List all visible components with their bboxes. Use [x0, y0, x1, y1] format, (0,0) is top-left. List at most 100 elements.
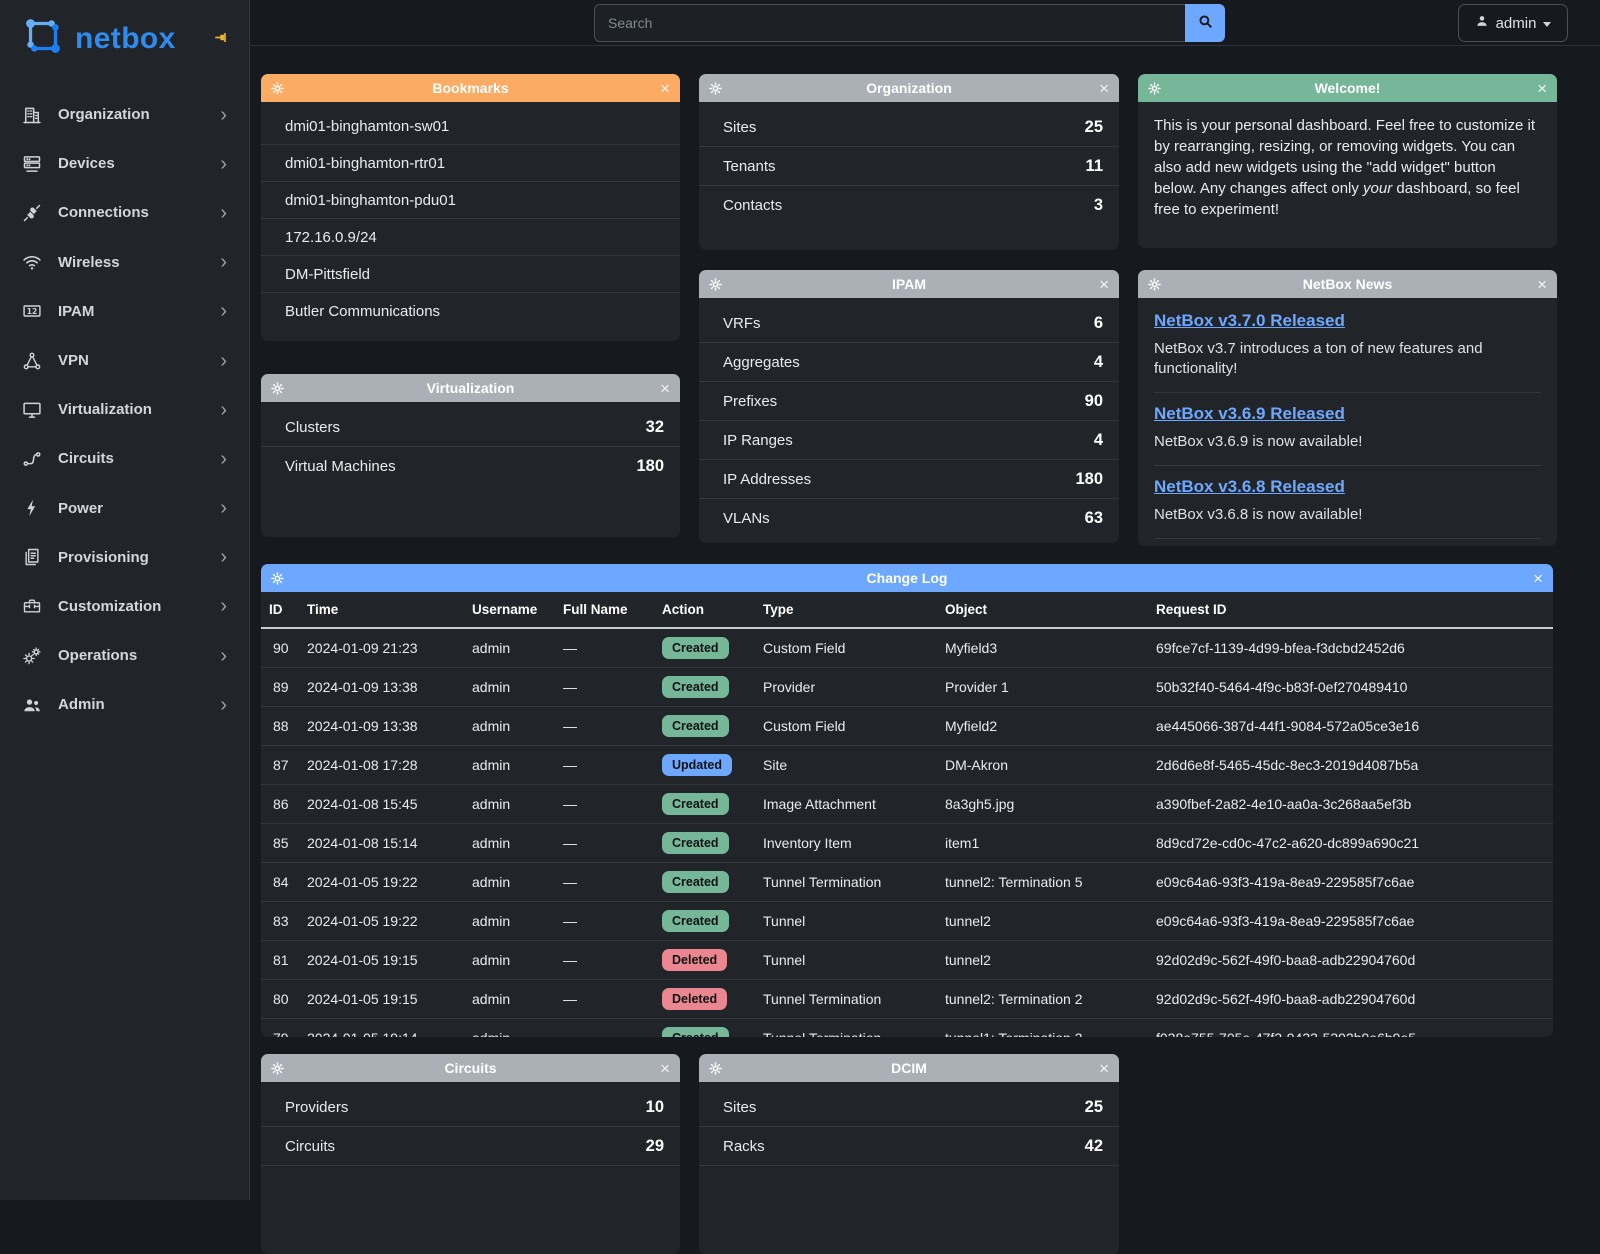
- change-id[interactable]: 86: [261, 785, 299, 824]
- gear-icon[interactable]: [271, 381, 287, 395]
- stat-label[interactable]: Circuits: [285, 1138, 335, 1155]
- close-icon[interactable]: ×: [1093, 80, 1109, 97]
- change-object[interactable]: DM-Akron: [937, 746, 1148, 785]
- change-request-id[interactable]: e09c64a6-93f3-419a-8ea9-229585f7c6ae: [1148, 863, 1553, 902]
- change-id[interactable]: 89: [261, 668, 299, 707]
- bookmark-item[interactable]: dmi01-binghamton-sw01: [261, 108, 680, 145]
- change-request-id[interactable]: 8d9cd72e-cd0c-47c2-a620-dc899a690c21: [1148, 824, 1553, 863]
- gear-icon[interactable]: [271, 571, 287, 585]
- change-object[interactable]: Provider 1: [937, 668, 1148, 707]
- stat-value[interactable]: 29: [646, 1137, 664, 1156]
- change-request-id[interactable]: 92d02d9c-562f-49f0-baa8-adb22904760d: [1148, 980, 1553, 1019]
- stat-label[interactable]: Providers: [285, 1099, 348, 1116]
- sidebar-item[interactable]: Provisioning ›: [0, 533, 249, 582]
- gear-icon[interactable]: [709, 1061, 725, 1075]
- gear-icon[interactable]: [271, 81, 287, 95]
- change-time[interactable]: 2024-01-05 19:14: [299, 1019, 464, 1038]
- change-request-id[interactable]: f038e755-705e-47f3-9433-5392b9e6b9e5: [1148, 1019, 1553, 1038]
- change-object[interactable]: tunnel2: [937, 902, 1148, 941]
- gear-icon[interactable]: [1148, 277, 1164, 291]
- sidebar-item[interactable]: Circuits ›: [0, 434, 249, 483]
- change-id[interactable]: 80: [261, 980, 299, 1019]
- stat-value[interactable]: 4: [1094, 431, 1103, 450]
- change-id[interactable]: 83: [261, 902, 299, 941]
- sidebar-item[interactable]: 12 IPAM ›: [0, 287, 249, 336]
- change-time[interactable]: 2024-01-05 19:15: [299, 941, 464, 980]
- change-request-id[interactable]: e09c64a6-93f3-419a-8ea9-229585f7c6ae: [1148, 902, 1553, 941]
- stat-label[interactable]: Sites: [723, 1099, 756, 1116]
- stat-label[interactable]: VRFs: [723, 315, 761, 332]
- stat-value[interactable]: 180: [636, 457, 664, 476]
- news-link[interactable]: NetBox v3.6.8 Released: [1154, 477, 1345, 496]
- change-time[interactable]: 2024-01-09 13:38: [299, 707, 464, 746]
- change-object[interactable]: 8a3gh5.jpg: [937, 785, 1148, 824]
- change-request-id[interactable]: 2d6d6e8f-5465-45dc-8ec3-2019d4087b5a: [1148, 746, 1553, 785]
- bookmark-item[interactable]: dmi01-binghamton-pdu01: [261, 182, 680, 219]
- user-menu-button[interactable]: admin: [1458, 4, 1568, 42]
- change-object[interactable]: tunnel2: Termination 5: [937, 863, 1148, 902]
- stat-label[interactable]: Aggregates: [723, 354, 800, 371]
- stat-label[interactable]: IP Addresses: [723, 471, 811, 488]
- change-object[interactable]: item1: [937, 824, 1148, 863]
- change-time[interactable]: 2024-01-08 15:14: [299, 824, 464, 863]
- change-request-id[interactable]: 69fce7cf-1139-4d99-bfea-f3dcbd2452d6: [1148, 628, 1553, 668]
- close-icon[interactable]: ×: [654, 380, 670, 397]
- change-object[interactable]: Myfield2: [937, 707, 1148, 746]
- stat-label[interactable]: Prefixes: [723, 393, 777, 410]
- sidebar-item[interactable]: Customization ›: [0, 582, 249, 631]
- stat-value[interactable]: 25: [1085, 118, 1103, 137]
- change-object[interactable]: tunnel2: [937, 941, 1148, 980]
- change-request-id[interactable]: 92d02d9c-562f-49f0-baa8-adb22904760d: [1148, 941, 1553, 980]
- change-request-id[interactable]: a390fbef-2a82-4e10-aa0a-3c268aa5ef3b: [1148, 785, 1553, 824]
- change-id[interactable]: 84: [261, 863, 299, 902]
- bookmark-item[interactable]: 172.16.0.9/24: [261, 219, 680, 256]
- search-input[interactable]: [594, 4, 1185, 42]
- change-id[interactable]: 90: [261, 628, 299, 668]
- search-button[interactable]: [1185, 4, 1225, 42]
- stat-value[interactable]: 3: [1094, 196, 1103, 215]
- stat-label[interactable]: Sites: [723, 119, 756, 136]
- sidebar-item[interactable]: Admin ›: [0, 680, 249, 729]
- news-link[interactable]: NetBox v3.6.9 Released: [1154, 404, 1345, 423]
- stat-label[interactable]: Contacts: [723, 197, 782, 214]
- change-id[interactable]: 85: [261, 824, 299, 863]
- gear-icon[interactable]: [709, 277, 725, 291]
- close-icon[interactable]: ×: [1093, 276, 1109, 293]
- change-request-id[interactable]: ae445066-387d-44f1-9084-572a05ce3e16: [1148, 707, 1553, 746]
- stat-label[interactable]: Tenants: [723, 158, 776, 175]
- stat-label[interactable]: Clusters: [285, 419, 340, 436]
- change-time[interactable]: 2024-01-05 19:22: [299, 902, 464, 941]
- stat-value[interactable]: 42: [1085, 1137, 1103, 1156]
- stat-value[interactable]: 32: [646, 418, 664, 437]
- close-icon[interactable]: ×: [654, 80, 670, 97]
- stat-label[interactable]: VLANs: [723, 510, 770, 527]
- news-link[interactable]: NetBox v3.7.0 Released: [1154, 311, 1345, 330]
- close-icon[interactable]: ×: [1527, 570, 1543, 587]
- stat-value[interactable]: 63: [1085, 509, 1103, 528]
- sidebar-item[interactable]: Wireless ›: [0, 238, 249, 287]
- change-time[interactable]: 2024-01-05 19:22: [299, 863, 464, 902]
- change-object[interactable]: tunnel2: Termination 2: [937, 980, 1148, 1019]
- gear-icon[interactable]: [271, 1061, 287, 1075]
- change-id[interactable]: 79: [261, 1019, 299, 1038]
- sidebar-item[interactable]: Organization ›: [0, 90, 249, 139]
- close-icon[interactable]: ×: [1531, 276, 1547, 293]
- change-object[interactable]: tunnel1: Termination 3: [937, 1019, 1148, 1038]
- sidebar-item[interactable]: Power ›: [0, 484, 249, 533]
- stat-label[interactable]: Virtual Machines: [285, 458, 396, 475]
- sidebar-item[interactable]: Operations ›: [0, 631, 249, 680]
- sidebar-item[interactable]: VPN ›: [0, 336, 249, 385]
- change-time[interactable]: 2024-01-08 17:28: [299, 746, 464, 785]
- change-time[interactable]: 2024-01-05 19:15: [299, 980, 464, 1019]
- stat-value[interactable]: 6: [1094, 314, 1103, 333]
- stat-value[interactable]: 4: [1094, 353, 1103, 372]
- change-request-id[interactable]: 50b32f40-5464-4f9c-b83f-0ef270489410: [1148, 668, 1553, 707]
- bookmark-item[interactable]: Butler Communications: [261, 293, 680, 330]
- stat-label[interactable]: Racks: [723, 1138, 765, 1155]
- close-icon[interactable]: ×: [1531, 80, 1547, 97]
- gear-icon[interactable]: [709, 81, 725, 95]
- netbox-brand[interactable]: netbox: [0, 0, 249, 70]
- change-id[interactable]: 88: [261, 707, 299, 746]
- pin-icon[interactable]: [214, 29, 231, 51]
- change-object[interactable]: Myfield3: [937, 628, 1148, 668]
